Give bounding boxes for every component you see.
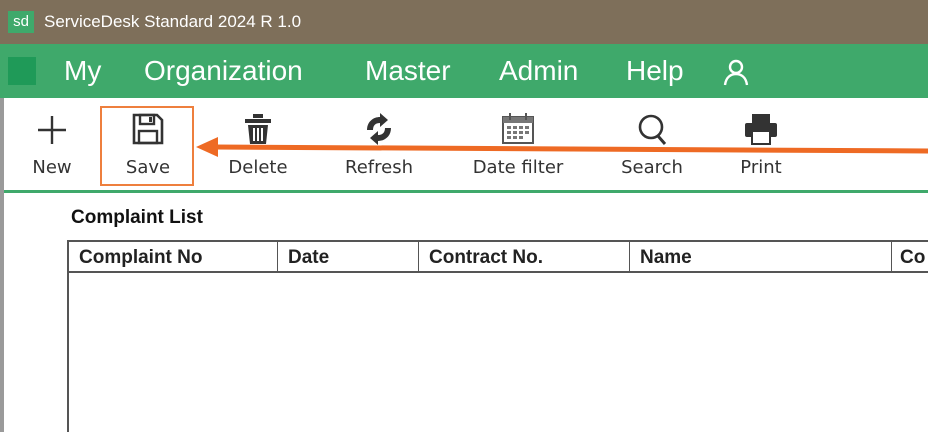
- refresh-label: Refresh: [345, 157, 413, 178]
- toolbar-divider: [4, 190, 928, 193]
- menu-item-my[interactable]: My: [64, 55, 101, 87]
- trash-icon: [245, 114, 271, 144]
- grid-header: Complaint No Date Contract No. Name Co: [69, 242, 928, 273]
- date-filter-button[interactable]: Date filter: [462, 112, 574, 188]
- column-header-date[interactable]: Date: [278, 242, 419, 271]
- delete-label: Delete: [228, 157, 288, 178]
- search-icon: [638, 114, 667, 145]
- new-button[interactable]: New: [20, 112, 84, 188]
- date-filter-label: Date filter: [472, 157, 564, 178]
- calendar-icon: [502, 113, 534, 144]
- save-highlight-box: [100, 106, 194, 186]
- menu-item-help[interactable]: Help: [626, 55, 684, 87]
- new-label: New: [32, 157, 72, 178]
- column-header-contract-no[interactable]: Contract No.: [419, 242, 630, 271]
- plus-icon: [38, 116, 66, 144]
- menu-color-square: [8, 57, 36, 85]
- refresh-button[interactable]: Refresh: [336, 112, 422, 188]
- printer-icon: [745, 114, 777, 145]
- print-button[interactable]: Print: [726, 112, 796, 188]
- menu-item-master[interactable]: Master: [365, 55, 451, 87]
- menu-item-admin[interactable]: Admin: [499, 55, 578, 87]
- refresh-icon: [367, 113, 391, 145]
- print-label: Print: [740, 157, 782, 178]
- user-icon[interactable]: [722, 58, 750, 86]
- complaint-list-grid[interactable]: Complaint No Date Contract No. Name Co: [67, 240, 928, 432]
- search-button[interactable]: Search: [612, 112, 692, 188]
- menu-bar: My Organization Master Admin Help: [0, 44, 928, 98]
- title-bar: sd ServiceDesk Standard 2024 R 1.0: [0, 0, 928, 44]
- app-logo: sd: [8, 11, 34, 33]
- column-header-name[interactable]: Name: [630, 242, 892, 271]
- column-header-complaint-no[interactable]: Complaint No: [69, 242, 278, 271]
- menu-item-organization[interactable]: Organization: [144, 55, 303, 87]
- complaint-list-title: Complaint List: [71, 207, 203, 228]
- app-title: ServiceDesk Standard 2024 R 1.0: [44, 12, 302, 31]
- search-label: Search: [621, 157, 683, 178]
- column-header-co[interactable]: Co: [892, 242, 928, 271]
- delete-button[interactable]: Delete: [218, 112, 298, 188]
